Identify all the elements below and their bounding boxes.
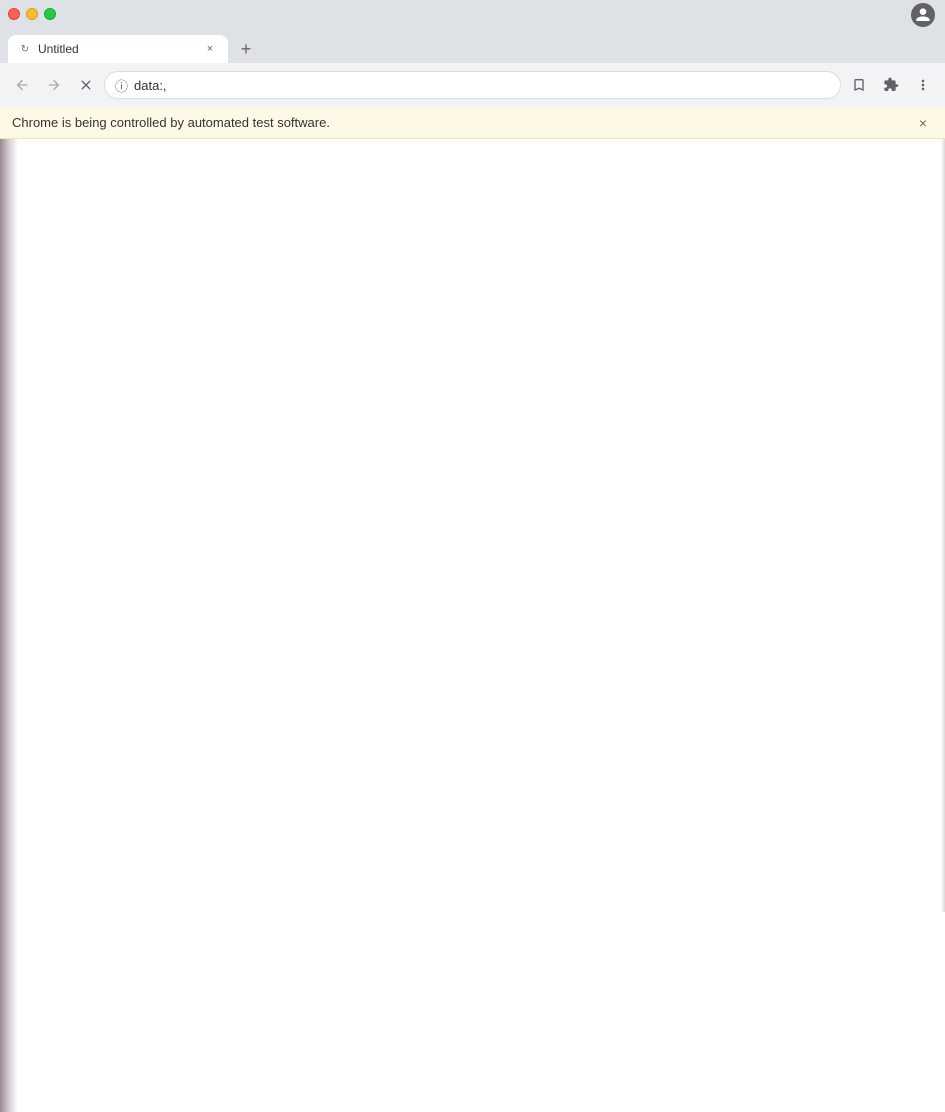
- tab-title: Untitled: [38, 42, 196, 56]
- bookmark-button[interactable]: [845, 71, 873, 99]
- browser-tab-active[interactable]: ↻ Untitled ×: [8, 35, 228, 63]
- tab-bar: ↻ Untitled × +: [0, 28, 945, 63]
- page-body: [0, 139, 945, 1112]
- tab-close-button[interactable]: ×: [202, 41, 218, 57]
- forward-button[interactable]: [40, 71, 68, 99]
- security-info-icon[interactable]: ⓘ: [115, 76, 128, 95]
- right-edge-decoration: [941, 139, 945, 912]
- url-input[interactable]: [134, 78, 830, 93]
- tab-favicon-icon: ↻: [18, 42, 32, 56]
- address-bar[interactable]: ⓘ: [104, 71, 841, 99]
- extensions-button[interactable]: [877, 71, 905, 99]
- left-edge-decoration: [0, 139, 18, 1112]
- maximize-window-button[interactable]: [44, 8, 56, 20]
- automation-banner: Chrome is being controlled by automated …: [0, 107, 945, 139]
- toolbar: ⓘ: [0, 63, 945, 107]
- new-tab-button[interactable]: +: [232, 35, 260, 63]
- close-window-button[interactable]: [8, 8, 20, 20]
- profile-icon[interactable]: [911, 3, 935, 27]
- automation-banner-text: Chrome is being controlled by automated …: [12, 115, 905, 130]
- page-content: [0, 139, 945, 1112]
- automation-banner-close-button[interactable]: ×: [913, 113, 933, 133]
- title-bar: [0, 0, 945, 28]
- minimize-window-button[interactable]: [26, 8, 38, 20]
- window-controls: [8, 8, 56, 20]
- chrome-menu-button[interactable]: [909, 71, 937, 99]
- reload-button[interactable]: [72, 71, 100, 99]
- back-button[interactable]: [8, 71, 36, 99]
- browser-window: ↻ Untitled × + ⓘ: [0, 0, 945, 1112]
